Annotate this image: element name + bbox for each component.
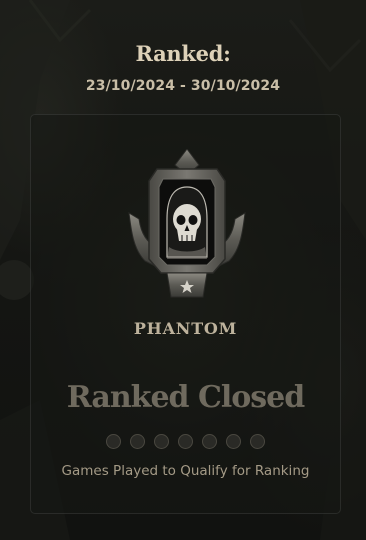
qualify-label: Games Played to Qualify for Ranking <box>61 463 310 479</box>
ranked-status-title: Ranked Closed <box>66 380 305 415</box>
rank-card: PHANTOM Ranked Closed Games Played to Qu… <box>30 114 341 514</box>
qualification-dot <box>178 434 193 449</box>
qualification-progress-dots <box>31 434 340 449</box>
qualification-dot <box>202 434 217 449</box>
qualification-dot <box>154 434 169 449</box>
ranked-panel-screen: Ranked: 23/10/2024 - 30/10/2024 PHANTOM … <box>0 0 366 540</box>
phantom-skull-emblem-icon <box>128 149 246 298</box>
qualification-dot <box>250 434 265 449</box>
qualification-dot <box>226 434 241 449</box>
season-date-range: 23/10/2024 - 30/10/2024 <box>85 78 281 94</box>
page-title: Ranked: <box>135 41 231 66</box>
qualification-dot <box>106 434 121 449</box>
rank-name: PHANTOM <box>133 319 238 338</box>
qualification-dot <box>130 434 145 449</box>
